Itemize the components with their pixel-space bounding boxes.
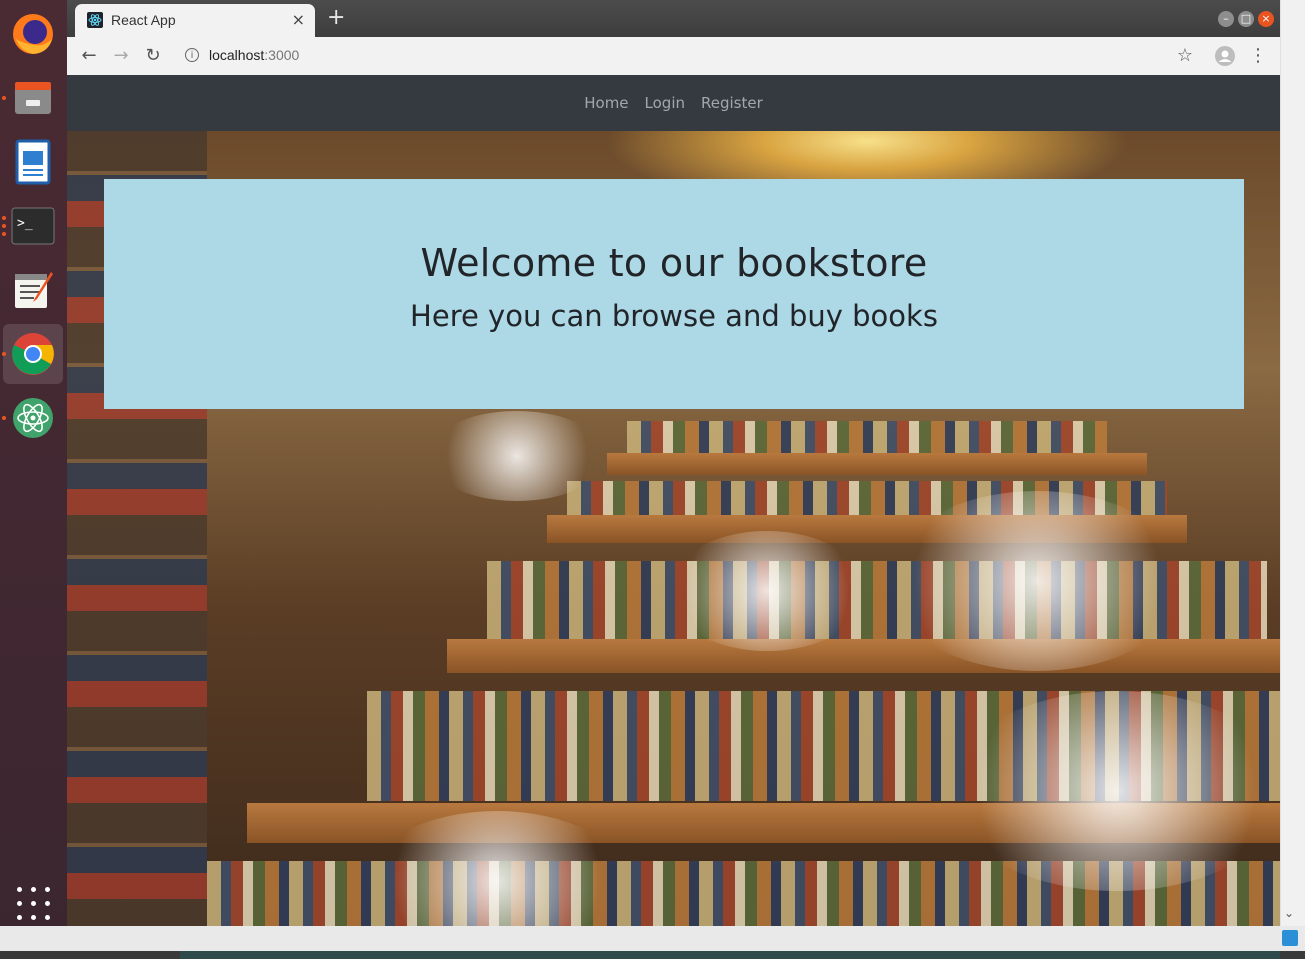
- minimize-icon[interactable]: –: [1218, 11, 1234, 27]
- page-title: Welcome to our bookstore: [420, 241, 928, 285]
- status-bar: [0, 926, 1305, 951]
- show-applications-icon[interactable]: [17, 887, 50, 920]
- back-arrow-icon[interactable]: ←: [77, 44, 101, 68]
- firefox-icon[interactable]: [3, 4, 63, 64]
- welcome-jumbotron: Welcome to our bookstore Here you can br…: [104, 179, 1244, 409]
- tab-title: React App: [111, 12, 176, 28]
- profile-avatar-icon[interactable]: [1213, 44, 1237, 68]
- forward-arrow-icon[interactable]: →: [109, 44, 133, 68]
- maximize-icon[interactable]: □: [1238, 11, 1254, 27]
- atom-icon[interactable]: [2, 388, 63, 448]
- nav-link-home[interactable]: Home: [584, 94, 628, 112]
- site-navbar: Home Login Register: [67, 75, 1280, 131]
- site-info-icon[interactable]: i: [185, 48, 199, 62]
- chrome-icon[interactable]: [2, 324, 63, 384]
- reload-icon[interactable]: ↻: [141, 44, 165, 68]
- taskbar-segment: [180, 951, 1280, 959]
- new-tab-button[interactable]: +: [327, 7, 345, 29]
- scroll-down-arrow-icon[interactable]: ⌄: [1284, 906, 1294, 920]
- browser-toolbar: ← → ↻ i localhost:3000 ☆ ⋮: [67, 37, 1280, 76]
- page-subtitle: Here you can browse and buy books: [410, 299, 938, 333]
- status-indicator-icon: [1282, 930, 1298, 946]
- react-favicon-icon: [87, 12, 103, 28]
- terminal-icon[interactable]: >_: [2, 196, 63, 256]
- close-tab-icon[interactable]: ×: [292, 10, 305, 29]
- page-scrollbar[interactable]: [1280, 0, 1305, 926]
- nav-link-login[interactable]: Login: [645, 94, 685, 112]
- close-window-icon[interactable]: ×: [1258, 11, 1274, 27]
- files-icon[interactable]: [2, 68, 63, 128]
- web-page: Home Login Register Welcome to our books…: [67, 75, 1280, 926]
- bookmark-star-icon[interactable]: ☆: [1173, 44, 1197, 68]
- browser-menu-icon[interactable]: ⋮: [1246, 44, 1270, 68]
- writer-icon[interactable]: [3, 132, 63, 192]
- nav-link-register[interactable]: Register: [701, 94, 763, 112]
- browser-window: React App × + – □ × ← → ↻ i localhost:30…: [67, 0, 1280, 926]
- tab-strip: React App × + – □ ×: [67, 0, 1280, 37]
- browser-tab[interactable]: React App ×: [75, 4, 315, 37]
- ubuntu-dock: >_: [0, 0, 67, 926]
- url-text: localhost:3000: [209, 47, 300, 63]
- svg-text:>_: >_: [17, 216, 33, 231]
- text-editor-icon[interactable]: [3, 260, 63, 320]
- address-bar[interactable]: i localhost:3000: [177, 42, 1177, 70]
